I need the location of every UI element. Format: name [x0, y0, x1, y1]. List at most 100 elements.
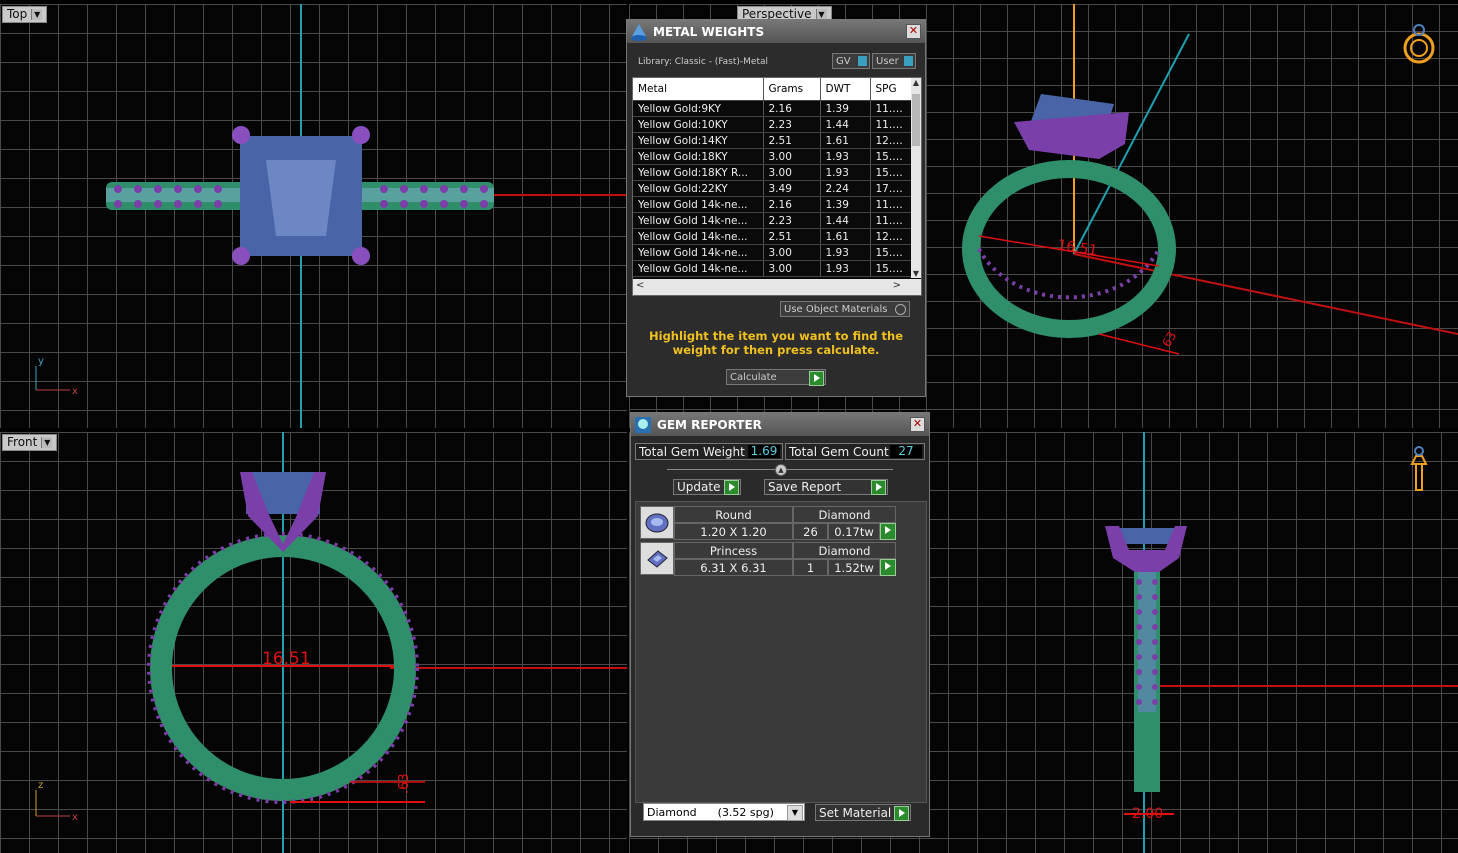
cell-grams: 2.51 [763, 228, 821, 245]
play-icon [724, 480, 739, 495]
scroll-left-icon[interactable]: < [636, 280, 644, 291]
save-report-button[interactable]: Save Report [764, 479, 888, 495]
cell-metal: Yellow Gold 14k-ne... [633, 244, 764, 261]
cell-metal: Yellow Gold 14k-ne... [633, 260, 764, 277]
collapse-icon[interactable]: ▲ [775, 464, 787, 476]
cell-dwt: 1.44 [820, 212, 871, 229]
cell-spg: 15.41 [870, 244, 911, 261]
table-row[interactable]: Yellow Gold 14k-ne... 2.16 1.39 11.08 [633, 196, 911, 213]
front-dim-small: .63 [397, 773, 412, 794]
table-row[interactable]: Yellow Gold 14k-ne... 3.00 1.93 15.41 [633, 244, 911, 261]
set-material-button[interactable]: Set Material [815, 804, 911, 821]
play-icon [894, 806, 909, 821]
gv-toggle[interactable]: GV [832, 53, 870, 69]
select-gem-button[interactable] [880, 523, 896, 540]
save-report-label: Save Report [768, 480, 842, 494]
cell-metal: Yellow Gold 14k-ne... [633, 212, 764, 229]
ring-side-icon [1410, 446, 1428, 491]
cell-metal: Yellow Gold:22KY [633, 180, 764, 197]
viewport-front-label-text: Front [7, 435, 38, 449]
table-row[interactable]: Yellow Gold:18KY R... 3.00 1.93 15.41 [633, 164, 911, 181]
princess-gem-icon [640, 542, 674, 575]
total-gem-weight-value: 1.69 [748, 445, 780, 458]
metal-weights-titlebar[interactable]: METAL WEIGHTS ✕ [627, 20, 925, 43]
table-row[interactable]: Yellow Gold:14KY 2.51 1.61 12.88 [633, 132, 911, 149]
chevron-down-icon[interactable]: ▼ [787, 805, 803, 821]
table-row[interactable]: Yellow Gold:10KY 2.23 1.44 11.45 [633, 116, 911, 133]
scroll-right-icon[interactable]: > [893, 280, 901, 291]
total-gem-weight-label: Total Gem Weight [639, 445, 745, 459]
viewport-front-label[interactable]: Front ▼ [2, 434, 58, 451]
material-select[interactable]: Diamond (3.52 spg) ▼ [643, 803, 805, 821]
viewport-top-label[interactable]: Top ▼ [2, 6, 48, 23]
ring-icon [1403, 24, 1435, 64]
library-label: Library: Classic - (Fast)-Metal [638, 57, 769, 67]
vertical-scrollbar[interactable]: ▲ ▼ [911, 78, 921, 278]
cell-dwt: 1.44 [820, 116, 871, 133]
close-icon[interactable]: ✕ [906, 24, 921, 39]
front-view-model: 16.51 .63 x z [35, 432, 627, 853]
col-spg[interactable]: SPG [870, 78, 911, 101]
axis-x-label: x [72, 812, 78, 823]
horizontal-scrollbar[interactable]: < > [633, 279, 921, 295]
update-button[interactable]: Update [673, 479, 741, 495]
gv-label: GV [836, 56, 851, 67]
gem-reporter-icon [635, 416, 651, 433]
dropdown-arrow-icon[interactable]: ▼ [31, 9, 43, 20]
side-dim-bottom: 2.00 [1132, 806, 1163, 822]
play-icon [809, 371, 824, 386]
scroll-down-icon[interactable]: ▼ [911, 269, 921, 278]
col-grams[interactable]: Grams [763, 78, 821, 101]
col-metal[interactable]: Metal [633, 78, 764, 101]
gem-reporter-titlebar[interactable]: GEM REPORTER ✕ [631, 413, 929, 436]
gem-weight: 0.17tw [828, 523, 880, 540]
cell-dwt: 1.39 [820, 100, 871, 117]
cell-metal: Yellow Gold:9KY [633, 100, 764, 117]
cell-spg: 15.41 [870, 148, 911, 165]
dropdown-arrow-icon[interactable]: ▼ [41, 437, 53, 448]
select-gem-button[interactable] [880, 559, 896, 576]
cell-dwt: 1.39 [820, 196, 871, 213]
calculate-label: Calculate [730, 372, 777, 383]
viewport-top[interactable]: Top ▼ x y [0, 4, 627, 428]
table-row[interactable]: Yellow Gold:9KY 2.16 1.39 11.08 [633, 100, 911, 117]
table-row[interactable]: Yellow Gold:22KY 3.49 2.24 17.89 [633, 180, 911, 197]
metal-weights-title: METAL WEIGHTS [653, 24, 765, 39]
cell-grams: 3.00 [763, 148, 821, 165]
table-row[interactable]: Yellow Gold:18KY 3.00 1.93 15.41 [633, 148, 911, 165]
cell-metal: Yellow Gold 14k-ne... [633, 196, 764, 213]
cell-dwt: 1.93 [820, 244, 871, 261]
table-row[interactable]: Yellow Gold 14k-ne... 2.51 1.61 12.88 [633, 228, 911, 245]
table-row[interactable]: Yellow Gold 14k-ne... 3.00 1.93 15.41 [633, 260, 911, 277]
cell-metal: Yellow Gold:18KY [633, 148, 764, 165]
cell-grams: 2.51 [763, 132, 821, 149]
cell-grams: 3.00 [763, 164, 821, 181]
use-object-materials-toggle[interactable]: Use Object Materials [780, 301, 910, 317]
table-row[interactable]: Yellow Gold 14k-ne... 2.23 1.44 11.45 [633, 212, 911, 229]
total-gem-count-value: 27 [890, 445, 922, 458]
cell-spg: 12.88 [870, 132, 911, 149]
metal-table-container[interactable]: Metal Grams DWT SPG Yellow Gold:9KY 2.16 1… [632, 77, 922, 296]
cell-spg: 17.89 [870, 180, 911, 197]
axis-z-label: z [38, 780, 43, 791]
axis-x-label: x [72, 386, 78, 397]
scroll-up-icon[interactable]: ▲ [911, 78, 921, 87]
calculate-button[interactable]: Calculate [726, 369, 826, 386]
close-icon[interactable]: ✕ [910, 417, 925, 432]
cell-grams: 2.16 [763, 100, 821, 117]
cell-grams: 2.16 [763, 196, 821, 213]
total-gem-count-label: Total Gem Count [789, 445, 889, 459]
total-gem-count: Total Gem Count 27 [785, 443, 925, 460]
cell-metal: Yellow Gold:18KY R... [633, 164, 764, 181]
viewport-front[interactable]: Front ▼ 16.51 .63 x z [0, 432, 627, 853]
gem-row-round[interactable]: Round Diamond 1.20 X 1.20 26 0.17tw [640, 506, 896, 540]
col-dwt[interactable]: DWT [820, 78, 871, 101]
user-toggle[interactable]: User [872, 53, 916, 69]
metal-weights-icon [631, 23, 647, 41]
scroll-thumb[interactable] [912, 94, 920, 146]
top-view-model: x y [35, 4, 627, 428]
gem-row-princess[interactable]: Princess Diamond 6.31 X 6.31 1 1.52tw [640, 542, 896, 576]
gem-count: 26 [793, 523, 828, 540]
cell-grams: 3.00 [763, 244, 821, 261]
metal-table: Metal Grams DWT SPG Yellow Gold:9KY 2.16 1… [633, 78, 911, 277]
